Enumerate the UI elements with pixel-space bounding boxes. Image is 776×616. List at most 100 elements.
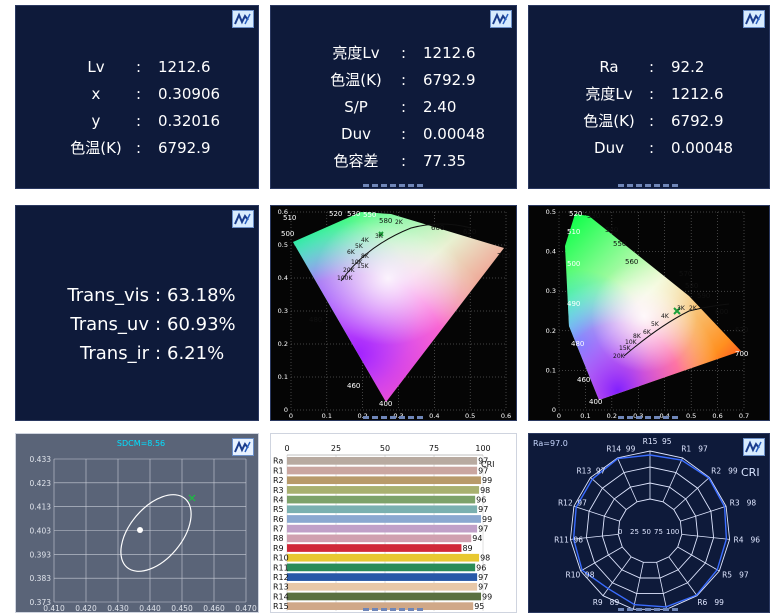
- separator: :: [401, 125, 407, 143]
- wavelength-label: 600: [715, 308, 728, 316]
- wavelength-label: 480: [309, 316, 322, 324]
- x-tick-label: 0.6: [501, 412, 511, 420]
- cri-bar-category: Ra: [273, 457, 283, 466]
- cie1931-diagram-panel: 00.10.20.30.40.50.600.10.20.30.40.50.6 5…: [270, 205, 517, 421]
- y-tick-label: 0.3: [278, 307, 288, 315]
- y-tick-label: 0.4: [278, 274, 288, 282]
- separator: :: [401, 98, 407, 116]
- wavelength-label: 590: [697, 292, 710, 300]
- metric-value: 92.2: [671, 58, 705, 76]
- x-tick-label: 100: [475, 444, 490, 453]
- y-tick-label: 0: [284, 406, 288, 414]
- metric-row: Duv:0.00048: [569, 135, 761, 162]
- cri-bar-title: CRI: [481, 460, 495, 469]
- radar-category-label: R5: [722, 571, 732, 580]
- radar-category-label: R3: [730, 498, 740, 507]
- cri-bar: [287, 524, 478, 533]
- x-tick-label: 0.5: [686, 412, 696, 420]
- metric-row: y:0.32016: [56, 108, 248, 135]
- cri-bar: [287, 534, 472, 543]
- separator: :: [401, 44, 407, 62]
- radar-spoke: [681, 533, 730, 540]
- wavelength-label: 620: [735, 326, 748, 334]
- radar-category-label: R2: [711, 466, 721, 475]
- x-tick-label: 0.5: [465, 412, 475, 420]
- radar-category-label: R9: [593, 598, 603, 607]
- metric-label: Lv: [87, 58, 105, 76]
- radar-spoke: [617, 457, 638, 502]
- radar-category-label: R14: [606, 445, 621, 454]
- wave-logo-icon[interactable]: [490, 10, 512, 28]
- metric-value: 6792.9: [158, 139, 211, 157]
- cri-bar-value: 96: [476, 495, 486, 504]
- wave-logo-icon[interactable]: [743, 438, 765, 456]
- cri-bar: [287, 582, 478, 591]
- metric-row: S/P:2.40: [311, 94, 513, 121]
- separator: :: [649, 139, 655, 157]
- y-tick-label: 0.5: [278, 241, 288, 249]
- x-tick-label: 25: [331, 444, 341, 453]
- cct-label: 6K: [347, 249, 356, 256]
- radial-tick-label: 100: [666, 528, 679, 536]
- transmittance-label: Trans_vis: [67, 285, 149, 306]
- summary-panel-2: 亮度Lv:1212.6 色温(K):6792.9 S/P:2.40 Duv:0.000…: [270, 5, 517, 189]
- cri-bar: [287, 466, 478, 475]
- y-tick-label: 0: [552, 406, 556, 414]
- wavelength-label: 460: [577, 376, 590, 384]
- cri-bar-value: 97: [478, 505, 488, 514]
- cri-bar-value: 96: [476, 563, 486, 572]
- y-tick-label: 0.423: [30, 479, 52, 488]
- radial-tick-label: 0: [618, 528, 622, 536]
- metric-label: 色温(K): [583, 112, 635, 130]
- metric-label: Duv: [341, 125, 371, 143]
- wavelength-label: 530: [587, 212, 600, 220]
- wave-logo-icon[interactable]: [232, 438, 254, 456]
- wavelength-label: 400: [589, 398, 602, 406]
- radar-category-label: R6: [697, 598, 707, 607]
- cri-bar-value: 95: [474, 602, 484, 611]
- x-tick-label: 0.450: [171, 604, 193, 613]
- x-tick-label: 0.460: [203, 604, 225, 613]
- wavelength-label: 500: [281, 230, 294, 238]
- x-tick-label: 0.6: [712, 412, 722, 420]
- metric-row: Duv:0.00048: [311, 121, 513, 148]
- wave-logo-icon[interactable]: [743, 10, 765, 28]
- cie1931-chart: 00.10.20.30.40.50.600.10.20.30.40.50.6 5…: [278, 208, 512, 420]
- radar-value-label: 99: [714, 598, 724, 607]
- page-indicator[interactable]: [618, 608, 680, 611]
- page-indicator[interactable]: [618, 184, 680, 187]
- metric-value: 6792.9: [423, 71, 476, 89]
- cri-bar: [287, 486, 480, 494]
- page-indicator[interactable]: [362, 608, 425, 611]
- metric-value: 6792.9: [671, 112, 724, 130]
- wave-logo-icon[interactable]: [232, 210, 254, 228]
- transmittance-value: 60.93%: [167, 314, 236, 335]
- transmittance-row: Trans_vis:63.18%: [46, 281, 235, 310]
- radar-value-label: 97: [577, 498, 587, 507]
- wave-logo-icon[interactable]: [232, 10, 254, 28]
- y-tick-label: 0.433: [30, 455, 52, 464]
- cri-bar-panel: 0 25 50 75 100 Ra R1 R2 R3 R4 R5 R6 R7 R8 R9 R10 R11 R12…: [270, 433, 517, 613]
- cri-bar-category: R15: [273, 602, 289, 611]
- metric-label: 亮度Lv: [585, 85, 633, 103]
- radar-category-label: R4: [734, 535, 744, 544]
- y-tick-label: 0.5: [546, 208, 556, 216]
- metric-row: 色温(K):6792.9: [311, 67, 513, 94]
- wavelength-label: 700: [735, 350, 748, 358]
- radar-spoke: [580, 546, 623, 572]
- radar-spoke: [662, 457, 683, 502]
- cri-bar: [287, 495, 476, 504]
- radar-category-label: R10: [566, 571, 581, 580]
- metric-row: 色温(K):6792.9: [569, 108, 761, 135]
- radial-tick-label: 50: [642, 528, 651, 536]
- cri-bar: [287, 563, 476, 572]
- page-indicator[interactable]: [618, 416, 680, 419]
- y-tick-label: 0.4: [546, 248, 556, 256]
- radar-spoke: [673, 477, 710, 510]
- radar-spoke: [677, 546, 720, 572]
- page-indicator[interactable]: [362, 416, 425, 419]
- summary-panel-1: Lv:1212.6 x:0.30906 y:0.32016 色温(K):6792.9: [15, 5, 259, 189]
- metric-label: 亮度Lv: [332, 44, 380, 62]
- cri-bar-category: R12: [273, 573, 289, 582]
- page-indicator[interactable]: [362, 184, 425, 187]
